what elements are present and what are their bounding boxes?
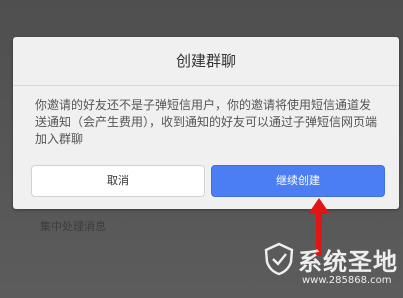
watermark: 系统圣地 www.285868.com [262,240,402,298]
watermark-brand: 系统圣地 [298,248,398,276]
cancel-button[interactable]: 取消 [31,165,205,197]
dialog-title: 创建群聊 [175,52,236,70]
watermark-url: www.285868.com [302,275,392,286]
background-text: 集中处理消息 [40,220,106,233]
create-group-dialog: 创建群聊 你邀请的好友还不是子弹短信用户，你的邀请将使用短信通道发送通知（会产生… [13,37,399,209]
shield-logo-icon [264,242,294,276]
continue-create-button[interactable]: 继续创建 [211,165,385,197]
dialog-message: 你邀请的好友还不是子弹短信用户，你的邀请将使用短信通道发送通知（会产生费用），收… [35,98,378,146]
title-divider [13,85,399,86]
